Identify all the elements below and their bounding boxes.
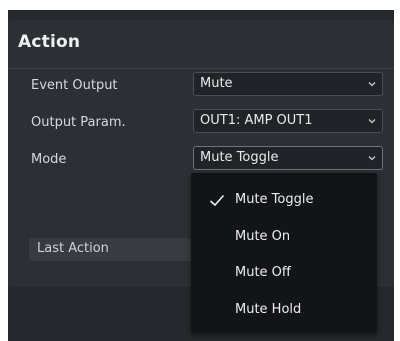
event-output-label: Event Output [31,78,118,93]
dropdown-option-label: Mute Toggle [235,192,314,207]
mode-select[interactable]: Mute Toggle [193,146,383,170]
mode-label: Mode [31,152,67,167]
dropdown-option-label: Mute Hold [235,302,302,317]
chevron-down-icon [368,156,376,161]
mode-value: Mute Toggle [200,150,279,165]
screen: Action Event Output Mute Output Param. O… [0,0,400,341]
dropdown-option-label: Mute Off [235,265,291,280]
event-output-select[interactable]: Mute [193,72,383,96]
check-icon [209,194,225,207]
dropdown-option-mute-toggle[interactable]: Mute Toggle [191,182,377,218]
dropdown-option-label: Mute On [235,229,291,244]
dropdown-option-mute-on[interactable]: Mute On [191,219,377,255]
last-action-label: Last Action [37,241,109,256]
event-output-value: Mute [200,76,233,91]
output-param-value: OUT1: AMP OUT1 [200,113,313,128]
mode-dropdown-menu: Mute Toggle Mute On Mute Off Mute Hold [191,173,377,333]
dropdown-option-mute-hold[interactable]: Mute Hold [191,292,377,328]
chevron-down-icon [368,119,376,124]
panel-title: Action [18,32,81,52]
output-param-label: Output Param. [31,115,126,130]
dropdown-option-mute-off[interactable]: Mute Off [191,255,377,291]
output-param-select[interactable]: OUT1: AMP OUT1 [193,109,383,133]
chevron-down-icon [368,82,376,87]
panel-divider [8,68,394,69]
